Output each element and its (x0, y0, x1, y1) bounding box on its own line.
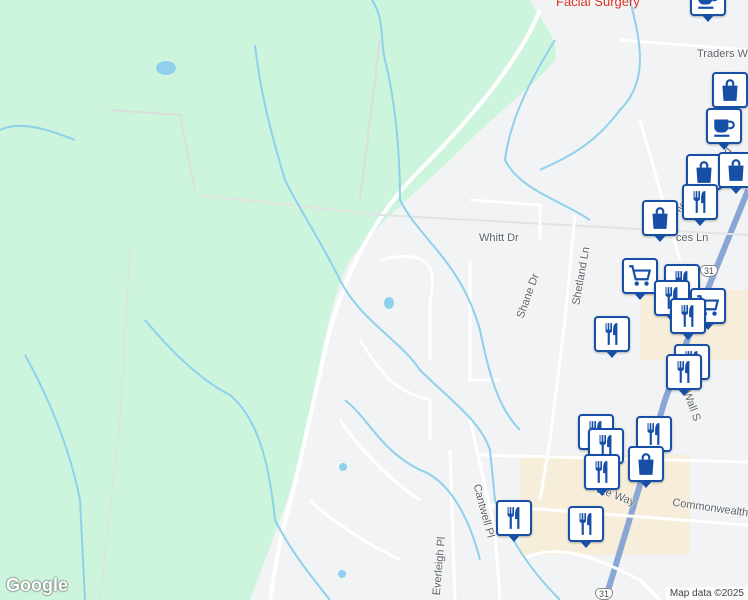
stream (539, 0, 641, 171)
road (308, 498, 401, 562)
restaurant-icon (589, 459, 615, 485)
shopping-bag-icon (691, 159, 717, 185)
restaurant-icon (599, 321, 625, 347)
map-marker[interactable] (706, 108, 742, 144)
map-marker[interactable] (568, 506, 604, 542)
shopping-bag-icon (723, 157, 748, 183)
restaurant-icon (641, 421, 667, 447)
shopping-cart-icon (627, 263, 653, 289)
map-marker[interactable] (682, 184, 718, 220)
map-attribution[interactable]: Map data ©2025 (665, 587, 748, 600)
restaurant-icon (675, 303, 701, 329)
map-marker[interactable] (666, 354, 702, 390)
road (448, 449, 457, 600)
route-shield: 31 (700, 265, 719, 277)
street-label: Whitt Dr (479, 232, 519, 244)
map-canvas[interactable]: Facial Surgery Traders Wa Whitt Dr ces L… (0, 0, 748, 600)
coffee-icon (695, 0, 721, 11)
map-marker[interactable] (622, 258, 658, 294)
pond (384, 297, 394, 309)
park-area (0, 0, 556, 600)
road (519, 550, 662, 600)
pond (339, 463, 347, 471)
map-marker[interactable] (718, 152, 748, 188)
map-marker[interactable] (642, 200, 678, 236)
map-marker[interactable] (496, 500, 532, 536)
pond (338, 570, 346, 578)
restaurant-icon (671, 359, 697, 385)
shopping-bag-icon (633, 451, 659, 477)
map-marker[interactable] (628, 446, 664, 482)
map-marker[interactable] (690, 0, 726, 16)
road (358, 339, 432, 440)
google-logo: Google (6, 575, 68, 595)
map-marker[interactable] (584, 454, 620, 490)
street-label: Traders Wa (697, 48, 748, 60)
road (338, 419, 421, 502)
map-marker[interactable] (670, 298, 706, 334)
pond (156, 61, 176, 75)
poi-label[interactable]: Facial Surgery (556, 0, 640, 9)
map-marker[interactable] (712, 72, 748, 108)
map-marker[interactable] (594, 316, 630, 352)
restaurant-icon (687, 189, 713, 215)
shopping-bag-icon (647, 205, 673, 231)
map-base-layer (0, 0, 748, 600)
restaurant-icon (501, 505, 527, 531)
route-shield: 31 (595, 588, 614, 600)
shopping-bag-icon (717, 77, 743, 103)
street-label: ces Ln (676, 232, 709, 244)
road (468, 260, 500, 382)
stream (344, 399, 481, 561)
restaurant-icon (573, 511, 599, 537)
coffee-icon (711, 113, 737, 139)
